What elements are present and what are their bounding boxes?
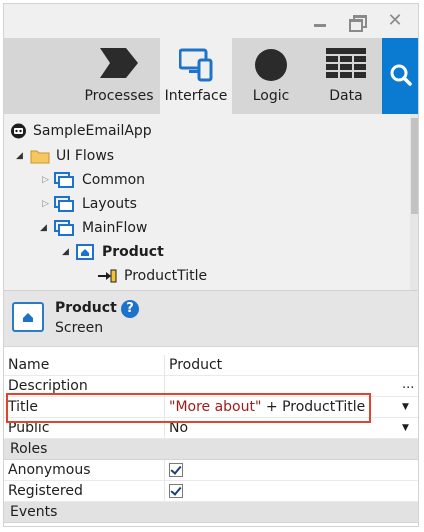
tab-data[interactable]: Data [310,38,382,114]
description-ellipsis-button[interactable]: ... [402,374,414,395]
tab-processes[interactable]: Processes [78,38,160,114]
app-icon [11,123,26,139]
flow-icon [54,172,74,188]
close-icon[interactable]: ✕ [385,12,405,30]
property-registered-key: Registered [8,483,83,499]
search-button[interactable] [382,38,418,114]
restore-icon[interactable] [347,12,367,32]
input-parameter-icon [98,269,117,283]
expanded-arrow-icon[interactable]: ◢ [40,217,47,239]
screen-icon [76,244,94,260]
tree-node-product-title-label: ProductTitle [124,268,208,284]
minimize-icon[interactable] [310,12,330,30]
title-bar: ✕ [4,4,418,38]
interface-icon [179,48,213,82]
tab-interface-label: Interface [164,88,228,104]
tree-scrollbar-thumb[interactable] [411,118,418,214]
tree-node-common-label: Common [82,172,146,188]
expanded-arrow-icon[interactable]: ◢ [62,241,69,263]
property-row-registered[interactable]: Registered [4,481,418,502]
tree-node-ui-flows-label: UI Flows [56,148,115,164]
property-name-value[interactable]: Product [169,355,222,376]
tree-node-app-label: SampleEmailApp [33,123,152,139]
anonymous-checkbox[interactable] [169,463,183,477]
tree-node-layouts-label: Layouts [82,196,137,212]
collapsed-arrow-icon[interactable]: ▷ [42,169,49,191]
properties-grid: Name Product Description ... Title "More… [4,346,418,526]
properties-header: Product Screen ? [4,290,418,346]
flow-icon [54,196,74,212]
search-icon [390,64,412,86]
element-type: Screen [55,320,104,336]
tree-node-product-label: Product [102,244,164,260]
tab-logic[interactable]: Logic [232,38,310,114]
screen-type-icon [12,302,44,332]
tab-interface[interactable]: Interface [160,38,232,114]
title-dropdown-arrow-icon[interactable]: ▼ [402,397,409,418]
properties-panel: ✕ Processes Interface Logic Data SampleE… [3,3,419,527]
expanded-arrow-icon[interactable]: ◢ [16,145,23,167]
tab-processes-label: Processes [84,88,154,104]
property-name-key: Name [8,357,50,373]
folder-icon [30,150,50,164]
logic-icon [255,49,287,81]
tree-node-mainflow-label: MainFlow [82,220,148,236]
data-icon [326,48,366,78]
title-row-highlight [6,393,371,423]
public-dropdown-arrow-icon[interactable]: ▼ [402,418,409,439]
collapsed-arrow-icon[interactable]: ▷ [42,193,49,215]
section-roles[interactable]: Roles [4,439,418,460]
section-events-label: Events [10,504,58,520]
tab-logic-label: Logic [252,88,290,104]
tab-bar: Processes Interface Logic Data [4,38,418,114]
section-roles-label: Roles [10,441,48,457]
registered-checkbox[interactable] [169,484,183,498]
section-events[interactable]: Events [4,502,418,523]
flow-icon [54,220,74,236]
help-icon[interactable]: ? [121,300,139,318]
tab-data-label: Data [329,88,363,104]
processes-icon [100,48,138,78]
property-row-anonymous[interactable]: Anonymous [4,460,418,481]
element-tree: SampleEmailApp ◢ UI Flows ▷ Common ▷ Lay… [4,114,410,290]
property-anonymous-key: Anonymous [8,462,91,478]
tree-scrollbar[interactable] [410,114,418,290]
property-row-name[interactable]: Name Product [4,355,418,376]
element-name: Product [55,300,117,316]
